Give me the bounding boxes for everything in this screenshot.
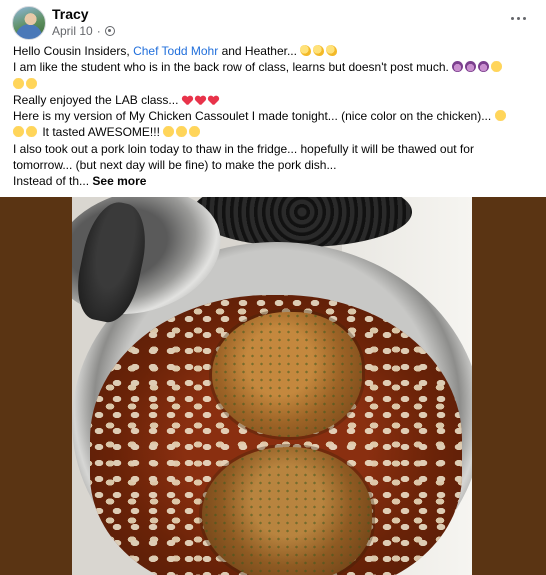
post-line: I am like the student who is in the back…: [13, 59, 538, 75]
heart-icon: [195, 96, 205, 105]
grinning-face-icon: [13, 126, 24, 138]
facepalm-icon: [478, 61, 490, 73]
grinning-face-icon: [176, 126, 188, 138]
grinning-face-icon: [13, 77, 24, 89]
facebook-post: Tracy April 10 · Hello Cousin Insiders, …: [0, 0, 546, 575]
author-name[interactable]: Tracy: [52, 6, 89, 22]
post-text: Hello Cousin Insiders, Chef Todd Mohr an…: [13, 43, 538, 190]
more-options-button[interactable]: [504, 8, 532, 28]
ellipsis-icon: [510, 16, 514, 20]
post-line: Really enjoyed the LAB class...: [13, 92, 538, 108]
post-line: It tasted AWESOME!!!: [13, 124, 538, 140]
post-line: Here is my version of My Chicken Cassoul…: [13, 108, 538, 124]
globe-icon: [104, 26, 115, 36]
grinning-face-icon: [163, 126, 175, 138]
clapping-hands-icon: [300, 45, 312, 56]
mention-link[interactable]: Chef Todd Mohr: [133, 44, 218, 58]
heart-icon: [208, 96, 218, 105]
photo-chicken-piece: [202, 447, 372, 575]
post-line: [13, 76, 538, 92]
facepalm-icon: [452, 61, 464, 73]
post-date[interactable]: April 10: [52, 24, 93, 38]
grinning-face-icon: [26, 126, 37, 138]
post-line: Instead of th... See more: [13, 174, 147, 189]
facepalm-icon: [465, 61, 477, 73]
clapping-hands-icon: [313, 45, 325, 56]
post-line: I also took out a pork loin today to tha…: [13, 141, 474, 156]
avatar[interactable]: [12, 6, 46, 40]
grinning-face-icon: [26, 77, 37, 89]
post-photo-frame[interactable]: [0, 197, 546, 575]
post-line: tomorrow... (but next day will be fine) …: [13, 158, 337, 173]
post-line: Hello Cousin Insiders, Chef Todd Mohr an…: [13, 43, 538, 59]
photo-chicken-piece: [212, 312, 362, 437]
post-meta: April 10 ·: [52, 24, 115, 38]
heart-icon: [182, 96, 192, 105]
grinning-face-icon: [189, 126, 201, 138]
clapping-hands-icon: [326, 45, 338, 56]
grinning-face-icon: [494, 110, 506, 122]
post-photo[interactable]: [72, 197, 472, 575]
see-more-link[interactable]: See more: [92, 174, 146, 188]
grinning-face-icon: [491, 61, 503, 73]
